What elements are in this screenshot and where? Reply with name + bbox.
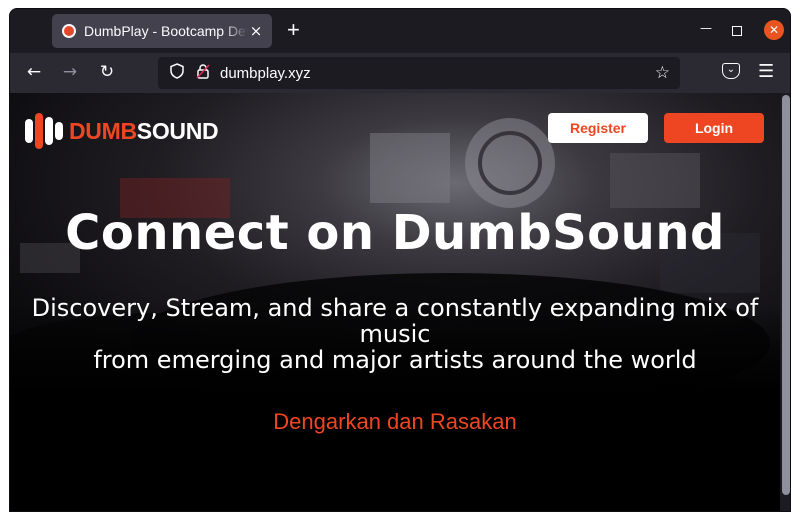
browser-tab[interactable]: DumbPlay - Bootcamp Dev × <box>52 14 272 48</box>
page-viewport: DUMBSOUND Register Login Connect on Dumb… <box>10 93 790 511</box>
window-close-icon[interactable]: ✕ <box>764 20 784 40</box>
hero-subtitle-line1: Discovery, Stream, and share a constantl… <box>31 294 759 348</box>
navigation-toolbar: ← → ↻ dumbplay.xyz ☆ ⌄ ☰ <box>10 53 790 93</box>
tab-close-icon[interactable]: × <box>248 22 264 40</box>
pocket-icon[interactable]: ⌄ <box>722 63 740 79</box>
logo-text: DUMBSOUND <box>69 117 219 145</box>
bookmark-star-icon[interactable]: ☆ <box>655 63 670 83</box>
scrollbar[interactable] <box>780 93 790 511</box>
hero-subtitle: Discovery, Stream, and share a constantl… <box>20 295 770 373</box>
hero-subtitle-line2: from emerging and major artists around t… <box>93 346 697 374</box>
lock-icon[interactable] <box>194 63 212 83</box>
logo-mark-icon <box>25 113 65 149</box>
hamburger-menu-icon[interactable]: ☰ <box>758 62 774 82</box>
url-text[interactable]: dumbplay.xyz <box>220 65 655 82</box>
site-logo[interactable]: DUMBSOUND <box>25 113 219 149</box>
favicon-icon <box>62 24 76 38</box>
forward-arrow-icon[interactable]: → <box>58 61 82 83</box>
maximize-icon[interactable] <box>732 26 742 36</box>
back-arrow-icon[interactable]: ← <box>22 61 46 83</box>
tab-title: DumbPlay - Bootcamp Dev <box>84 23 248 39</box>
minimize-icon[interactable]: — <box>700 21 712 35</box>
reload-icon[interactable]: ↻ <box>95 61 119 83</box>
url-bar[interactable]: dumbplay.xyz ☆ <box>158 57 680 89</box>
logo-text-sound: SOUND <box>136 117 219 144</box>
login-button[interactable]: Login <box>664 113 764 143</box>
tagline: Dengarkan dan Rasakan <box>273 409 517 434</box>
register-button[interactable]: Register <box>548 113 648 143</box>
new-tab-button[interactable]: + <box>287 19 300 41</box>
logo-text-dumb: DUMB <box>69 117 137 144</box>
scrollbar-thumb[interactable] <box>782 95 790 495</box>
hero-headline: Connect on DumbSound <box>65 205 725 261</box>
shield-icon[interactable] <box>168 63 186 83</box>
title-bar: DumbPlay - Bootcamp Dev × + — ✕ <box>10 9 790 53</box>
browser-window: DumbPlay - Bootcamp Dev × + — ✕ ← → ↻ du… <box>9 8 791 512</box>
